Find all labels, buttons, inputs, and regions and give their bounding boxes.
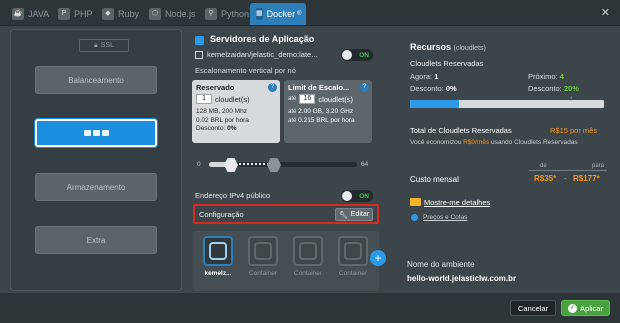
price-from-label: de: [540, 163, 547, 169]
reserved-box: Reservado ? 1 cloudlet(s) 128 MB, 200 Mh…: [192, 80, 280, 143]
next-discount-value: Desconto: 20%: [528, 84, 579, 93]
monthly-cost-label: Custo mensal: [410, 175, 459, 184]
topology-panel: 🔒︎ SSL Balanceamento Armazenamento Extra: [10, 29, 182, 291]
configuration-row: Configuração 🔧︎ Editar: [193, 204, 379, 224]
balancer-slot[interactable]: Balanceamento: [35, 66, 157, 94]
ipv4-label: Endereço IPv4 público: [195, 191, 271, 200]
tab-docker[interactable]: ▦ Docker ®: [250, 3, 306, 25]
extra-slot[interactable]: Extra: [35, 226, 157, 254]
section-title: Servidores de Aplicação: [210, 34, 315, 44]
reserved-slider-handle[interactable]: [224, 158, 238, 172]
env-name-label: Nome do ambiente: [407, 260, 475, 269]
reserved-cloudlets-label: Cloudlets Reservadas: [410, 59, 484, 68]
tab-ruby[interactable]: ◆ Ruby: [96, 3, 145, 25]
resources-title: Recursos (cloudlets): [410, 42, 486, 52]
coins-icon: [410, 198, 421, 206]
discount-value: Desconto: 0%: [410, 84, 457, 93]
edit-button[interactable]: 🔧︎ Editar: [335, 208, 373, 221]
server-icon: [195, 36, 204, 45]
reserved-count-input[interactable]: 1: [196, 94, 212, 104]
savings-note: Você economizou R$0/mês usando Cloudlets…: [410, 139, 578, 146]
price-separator: -: [564, 174, 567, 183]
node-name[interactable]: kemelzaidan/jelastic_demo:late...: [207, 50, 317, 59]
storage-slot[interactable]: Armazenamento: [35, 173, 157, 201]
info-icon: [411, 214, 418, 221]
cloudlet-progress-fill: [410, 100, 459, 108]
topology-wizard: ☕ JAVA P PHP ◆ Ruby ⬡ Node.js ⚲ Python ▦…: [0, 0, 620, 323]
container-item[interactable]: kemelz...: [199, 236, 237, 284]
check-icon: ✓: [568, 303, 578, 313]
slider-max-label: 64: [361, 161, 369, 168]
tab-python[interactable]: ⚲ Python: [199, 3, 255, 25]
container-item[interactable]: Container: [289, 236, 327, 284]
lock-icon: 🔒︎: [94, 41, 98, 49]
ssl-toggle[interactable]: 🔒︎ SSL: [79, 39, 129, 52]
arrow-up-icon: ↑: [569, 94, 573, 103]
now-value: Agora: 1: [410, 72, 439, 81]
monthly-cost-max: R$177*: [573, 174, 600, 183]
tab-php[interactable]: P PHP: [52, 3, 99, 25]
container-list: kemelz... Container Container Container: [193, 231, 379, 291]
scaling-limit-box: Limit de Escalo... ? até 16 cloudlet(s) …: [284, 80, 372, 143]
price-range-line: [529, 170, 607, 171]
ruby-icon: ◆: [102, 8, 114, 20]
total-reserved-label: Total de Cloudlets Reservadas: [410, 126, 512, 135]
app-server-slot[interactable]: [35, 119, 157, 147]
container-item[interactable]: Container: [334, 236, 372, 284]
monthly-cost-min: R$35*: [534, 174, 557, 183]
toggle-knob: [342, 50, 352, 60]
tab-java[interactable]: ☕ JAVA: [6, 3, 55, 25]
php-icon: P: [58, 8, 70, 20]
price-to-label: para: [592, 163, 605, 169]
container-icon: [203, 236, 233, 266]
container-icon: [293, 236, 323, 266]
server-config-panel: Servidores de Aplicação kemelzaidan/jela…: [189, 29, 386, 291]
show-details-link[interactable]: Mostre-me detalhes: [424, 198, 490, 207]
cancel-button[interactable]: Cancelar: [510, 300, 556, 316]
engine-tab-bar: ☕ JAVA P PHP ◆ Ruby ⬡ Node.js ⚲ Python ▦…: [0, 0, 620, 26]
docker-icon: ▦: [256, 8, 263, 20]
container-icon: [338, 236, 368, 266]
total-reserved-value: R$15 por mês: [550, 126, 598, 135]
java-icon: ☕: [12, 8, 24, 20]
node-icon: [195, 50, 203, 59]
vertical-scaling-label: Escalonamento vertical por nó: [195, 66, 296, 75]
resources-panel: Recursos (cloudlets) Cloudlets Reservada…: [397, 29, 613, 291]
apply-button[interactable]: ✓ Aplicar: [561, 300, 610, 316]
nodejs-icon: ⬡: [149, 8, 161, 20]
help-icon[interactable]: ?: [360, 83, 369, 92]
next-value: Próximo: 4: [528, 72, 564, 81]
limit-count-input[interactable]: 16: [299, 94, 316, 104]
wrench-icon: 🔧︎: [338, 211, 348, 219]
configuration-label: Configuração: [199, 210, 244, 219]
env-name-value[interactable]: hello-world.jelasticlw.com.br: [407, 274, 516, 283]
slider-min-label: 0: [197, 161, 201, 168]
toggle-knob: [342, 191, 352, 201]
container-item[interactable]: Container: [244, 236, 282, 284]
close-icon[interactable]: ✕: [601, 6, 610, 19]
prices-quotas-link[interactable]: Preços e Cotas: [423, 214, 467, 221]
add-container-button[interactable]: +: [370, 250, 386, 266]
python-icon: ⚲: [205, 8, 217, 20]
tab-nodejs[interactable]: ⬡ Node.js: [143, 3, 202, 25]
node-toggle[interactable]: ON: [341, 49, 373, 61]
ipv4-toggle[interactable]: ON: [341, 190, 373, 202]
container-icon: [248, 236, 278, 266]
help-icon[interactable]: ?: [268, 83, 277, 92]
limit-slider-handle[interactable]: [267, 158, 281, 172]
node-name-row: kemelzaidan/jelastic_demo:late...: [195, 50, 317, 59]
servers-icon: [83, 130, 109, 136]
